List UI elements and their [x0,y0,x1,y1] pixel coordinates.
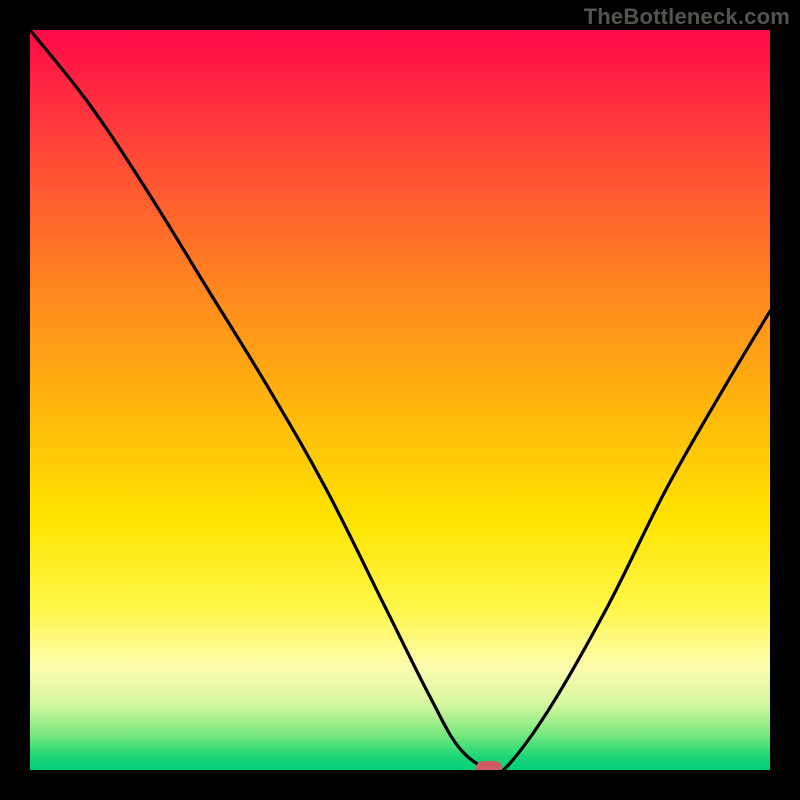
optimal-marker [476,761,502,770]
watermark-text: TheBottleneck.com [584,4,790,30]
bottleneck-curve [30,30,770,770]
chart-frame: TheBottleneck.com [0,0,800,800]
plot-area [30,30,770,770]
curve-path [30,30,770,770]
